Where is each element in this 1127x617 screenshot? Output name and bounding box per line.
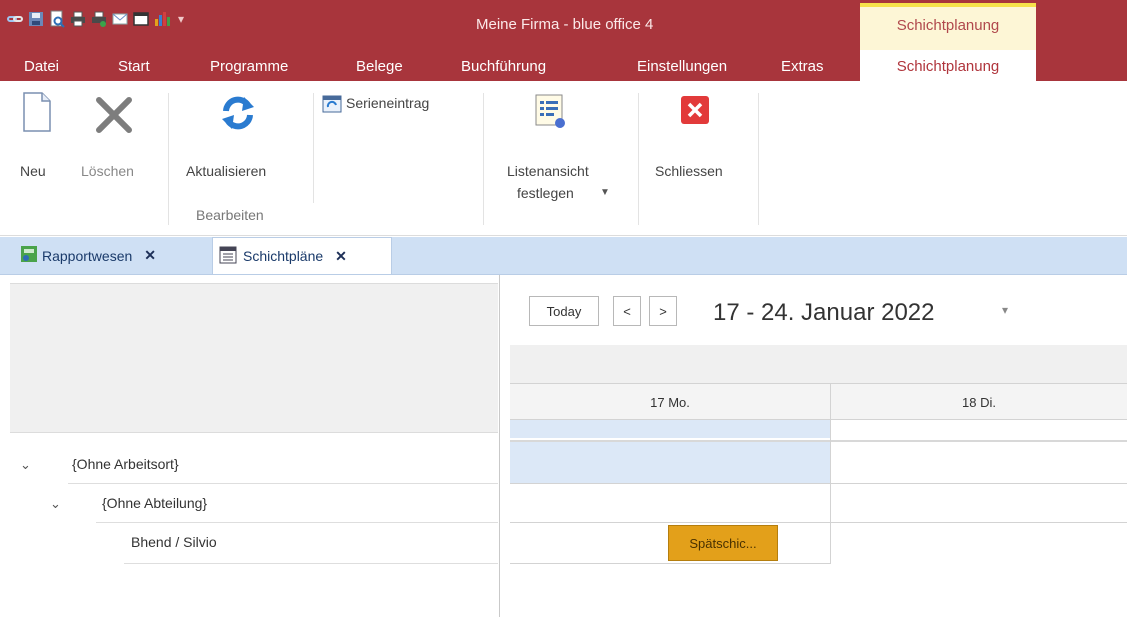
chart-icon[interactable] [153, 10, 171, 28]
list-view-label-1: Listenansicht [507, 163, 589, 179]
tab-einstellungen[interactable]: Einstellungen [637, 58, 727, 75]
qat-dropdown-icon[interactable]: ▾ [178, 12, 184, 26]
ribbon-separator [638, 93, 639, 225]
title-bar: ▾ Meine Firma - blue office 4 Schichtpla… [0, 0, 1127, 50]
delete-x-icon [94, 95, 134, 140]
ribbon-separator [313, 93, 314, 203]
date-range-dropdown-icon[interactable]: ▾ [1002, 303, 1008, 317]
series-entry-button[interactable]: Serieneintrag [320, 93, 480, 119]
tab-schichtplanung[interactable]: Schichtplanung [860, 50, 1036, 83]
row-divider [96, 522, 498, 523]
tab-extras[interactable]: Extras [781, 58, 824, 75]
tab-schichtplaene[interactable]: Schichtpläne ✕ [212, 237, 392, 274]
scheduler-view: Today < > 17 - 24. Januar 2022 ▾ 17 Mo. … [510, 275, 1127, 617]
tab-rapportwesen-label: Rapportwesen [42, 247, 133, 264]
tree-item-abteilung[interactable]: {Ohne Abteilung} [102, 495, 207, 511]
previous-week-button[interactable]: < [613, 296, 641, 326]
ribbon-separator [758, 93, 759, 225]
ribbon-separator [483, 93, 484, 225]
header-band [510, 345, 1127, 383]
tab-schichtplaene-label: Schichtpläne [243, 248, 324, 264]
tab-start[interactable]: Start [118, 58, 150, 75]
tab-schichtplanung-label: Schichtplanung [896, 58, 1000, 75]
list-view-button[interactable]: Listenansicht festlegen ▼ [500, 91, 630, 211]
tab-buchfuehrung[interactable]: Buchführung [461, 58, 546, 75]
save-icon[interactable] [27, 10, 45, 28]
chevron-down-icon[interactable]: ⌄ [20, 457, 31, 473]
tab-programme[interactable]: Programme [210, 58, 288, 75]
resource-tree: ⌄ {Ohne Arbeitsort} ⌄ {Ohne Abteilung} B… [0, 275, 500, 617]
refresh-button-label: Aktualisieren [186, 163, 267, 179]
window-title: Meine Firma - blue office 4 [476, 16, 654, 33]
rapportwesen-icon [20, 245, 38, 266]
delete-button-label: Löschen [81, 163, 134, 179]
new-button[interactable]: Neu [20, 91, 60, 186]
selected-cell[interactable] [510, 420, 830, 438]
close-icon [680, 95, 710, 130]
quick-access-toolbar: ▾ [6, 8, 184, 30]
close-tab-icon[interactable]: ✕ [144, 247, 156, 264]
shift-appointment[interactable]: Spätschic... [668, 525, 778, 561]
print-preview-icon[interactable] [48, 10, 66, 28]
refresh-icon [218, 93, 258, 138]
tab-rapportwesen[interactable]: Rapportwesen ✕ [14, 237, 210, 274]
group-label-edit: Bearbeiten [196, 207, 264, 223]
tree-header [10, 283, 498, 433]
new-button-label: Neu [20, 163, 46, 179]
refresh-button[interactable]: Aktualisieren [180, 91, 300, 186]
tab-belege[interactable]: Belege [356, 58, 403, 75]
day-header-tuesday[interactable]: 18 Di. [831, 385, 1127, 419]
new-document-icon [22, 91, 52, 138]
day-divider [830, 384, 831, 564]
selected-cell[interactable] [510, 442, 830, 483]
schichtplaene-icon [219, 246, 237, 267]
grid-line [510, 563, 830, 564]
chevron-down-icon[interactable]: ⌄ [50, 496, 61, 512]
close-button[interactable]: Schliessen [650, 91, 750, 186]
date-range-title[interactable]: 17 - 24. Januar 2022 [713, 299, 935, 327]
grid-line [510, 522, 1127, 523]
list-view-icon [534, 93, 568, 136]
tree-item-arbeitsort[interactable]: {Ohne Arbeitsort} [72, 456, 179, 472]
list-view-dropdown-icon: ▼ [600, 187, 610, 198]
print-icon[interactable] [69, 10, 87, 28]
day-header-monday[interactable]: 17 Mo. [510, 385, 830, 419]
grid-line [510, 483, 1127, 484]
print-setup-icon[interactable] [90, 10, 108, 28]
row-divider [124, 563, 498, 564]
close-button-label: Schliessen [655, 163, 723, 179]
ribbon: Neu Löschen Aktualisieren Serieneintrag … [0, 81, 1127, 236]
context-tab-group-label: Schichtplanung [896, 17, 1000, 34]
ribbon-separator [168, 93, 169, 225]
close-tab-icon[interactable]: ✕ [335, 248, 347, 265]
window-icon[interactable] [132, 10, 150, 28]
document-tabs: Rapportwesen ✕ Schichtpläne ✕ [0, 237, 1127, 275]
list-view-label-2: festlegen [517, 185, 574, 201]
series-calendar-icon [322, 95, 342, 118]
series-entry-label: Serieneintrag [346, 95, 430, 111]
tree-item-employee[interactable]: Bhend / Silvio [131, 534, 217, 550]
delete-button[interactable]: Löschen [80, 91, 160, 186]
today-button[interactable]: Today [529, 296, 599, 326]
context-tab-group: Schichtplanung [860, 3, 1036, 50]
row-divider [68, 483, 498, 484]
link-icon[interactable] [6, 10, 24, 28]
next-week-button[interactable]: > [649, 296, 677, 326]
email-icon[interactable] [111, 10, 129, 28]
tab-datei[interactable]: Datei [24, 58, 59, 75]
